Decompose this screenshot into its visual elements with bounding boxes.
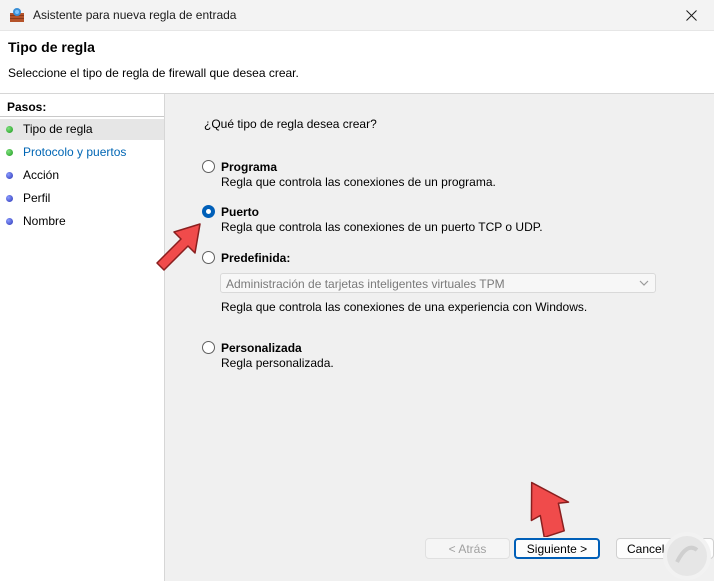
predefined-rule-select-value: Administración de tarjetas inteligentes … (226, 277, 505, 291)
step-label: Tipo de regla (23, 122, 93, 136)
page-title: Tipo de regla (8, 39, 95, 55)
step-protocolo-y-puertos[interactable]: Protocolo y puertos (0, 142, 164, 163)
option-predefinida-description: Regla que controla las conexiones de una… (221, 300, 588, 314)
step-nombre: Nombre (0, 211, 164, 232)
predefined-rule-select[interactable]: Administración de tarjetas inteligentes … (220, 273, 656, 293)
option-puerto-label[interactable]: Puerto (221, 205, 259, 219)
option-predefinida-label[interactable]: Predefinida: (221, 251, 290, 265)
watermark-logo-icon (667, 536, 707, 576)
rule-type-question: ¿Qué tipo de regla desea crear? (204, 117, 377, 131)
chevron-down-icon (639, 280, 649, 286)
close-icon (685, 10, 697, 21)
step-perfil: Perfil (0, 188, 164, 209)
option-programa-description: Regla que controla las conexiones de un … (221, 175, 496, 189)
radio-programa[interactable] (202, 160, 215, 173)
option-personalizada-label[interactable]: Personalizada (221, 341, 302, 355)
steps-divider (0, 116, 164, 117)
option-personalizada-description: Regla personalizada. (221, 356, 334, 370)
option-puerto-description: Regla que controla las conexiones de un … (221, 220, 543, 234)
step-label: Acción (23, 168, 60, 182)
close-button[interactable] (668, 0, 714, 31)
step-tipo-de-regla: Tipo de regla (0, 119, 164, 140)
window-title: Asistente para nueva regla de entrada (33, 8, 237, 22)
step-label: Nombre (23, 214, 66, 228)
step-status-dot-icon (6, 172, 13, 179)
wizard-body: Pasos: Tipo de regla Protocolo y puertos… (0, 94, 714, 581)
watermark-logo (663, 532, 711, 580)
back-button[interactable]: < Atrás (425, 538, 510, 559)
radio-personalizada[interactable] (202, 341, 215, 354)
annotation-arrow-icon (530, 481, 570, 537)
step-label: Perfil (23, 191, 51, 205)
step-status-dot-icon (6, 126, 13, 133)
step-status-dot-icon (6, 195, 13, 202)
radio-puerto[interactable] (202, 205, 215, 218)
option-programa-label[interactable]: Programa (221, 160, 277, 174)
annotation-arrow-icon (156, 223, 201, 271)
wizard-header: Tipo de regla Seleccione el tipo de regl… (0, 31, 714, 94)
step-status-dot-icon (6, 218, 13, 225)
next-button[interactable]: Siguiente > (514, 538, 600, 559)
steps-title: Pasos: (7, 100, 47, 114)
step-label[interactable]: Protocolo y puertos (23, 145, 126, 159)
title-bar: Asistente para nueva regla de entrada (0, 0, 714, 31)
step-status-dot-icon (6, 149, 13, 156)
firewall-shield-icon (10, 8, 24, 22)
step-accion: Acción (0, 165, 164, 186)
page-description: Seleccione el tipo de regla de firewall … (8, 66, 299, 80)
steps-pane: Pasos: Tipo de regla Protocolo y puertos… (0, 94, 165, 581)
content-pane: ¿Qué tipo de regla desea crear? Programa… (166, 94, 714, 581)
